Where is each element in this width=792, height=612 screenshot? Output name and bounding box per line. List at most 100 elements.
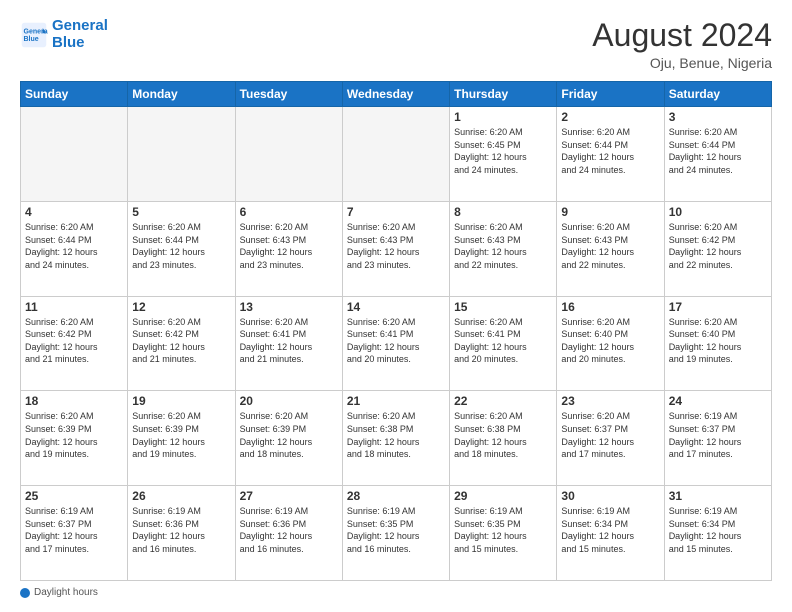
location: Oju, Benue, Nigeria xyxy=(592,55,772,71)
day-number: 29 xyxy=(454,489,552,503)
day-info: Sunrise: 6:19 AM Sunset: 6:36 PM Dayligh… xyxy=(132,505,230,555)
day-info: Sunrise: 6:20 AM Sunset: 6:38 PM Dayligh… xyxy=(347,410,445,460)
day-info: Sunrise: 6:20 AM Sunset: 6:43 PM Dayligh… xyxy=(240,221,338,271)
table-row: 22Sunrise: 6:20 AM Sunset: 6:38 PM Dayli… xyxy=(450,391,557,486)
day-info: Sunrise: 6:20 AM Sunset: 6:41 PM Dayligh… xyxy=(454,316,552,366)
legend: Daylight hours xyxy=(20,587,772,598)
day-number: 8 xyxy=(454,205,552,219)
col-tuesday: Tuesday xyxy=(235,82,342,107)
day-info: Sunrise: 6:20 AM Sunset: 6:43 PM Dayligh… xyxy=(347,221,445,271)
day-number: 6 xyxy=(240,205,338,219)
day-number: 7 xyxy=(347,205,445,219)
day-info: Sunrise: 6:20 AM Sunset: 6:44 PM Dayligh… xyxy=(669,126,767,176)
logo: General Blue GeneralBlue xyxy=(20,18,108,51)
legend-item-daylight: Daylight hours xyxy=(20,587,98,598)
table-row: 21Sunrise: 6:20 AM Sunset: 6:38 PM Dayli… xyxy=(342,391,449,486)
day-number: 9 xyxy=(561,205,659,219)
day-info: Sunrise: 6:20 AM Sunset: 6:42 PM Dayligh… xyxy=(25,316,123,366)
day-number: 26 xyxy=(132,489,230,503)
day-number: 30 xyxy=(561,489,659,503)
table-row: 17 Sunrise: 6:20 AM Sunset: 6:40 PM Dayli… xyxy=(664,296,771,391)
table-row: 28 Sunrise: 6:19 AM Sunset: 6:35 PM Dayli… xyxy=(342,486,449,581)
table-row: 13Sunrise: 6:20 AM Sunset: 6:41 PM Dayli… xyxy=(235,296,342,391)
day-number: 18 xyxy=(25,394,123,408)
table-row: 8 Sunrise: 6:20 AM Sunset: 6:43 PM Daylig… xyxy=(450,201,557,296)
table-row xyxy=(128,107,235,202)
day-info: Sunrise: 6:20 AM Sunset: 6:44 PM Dayligh… xyxy=(25,221,123,271)
day-number: 5 xyxy=(132,205,230,219)
col-sunday: Sunday xyxy=(21,82,128,107)
table-row xyxy=(235,107,342,202)
day-info: Sunrise: 6:20 AM Sunset: 6:39 PM Dayligh… xyxy=(132,410,230,460)
day-number: 23 xyxy=(561,394,659,408)
day-info: Sunrise: 6:20 AM Sunset: 6:39 PM Dayligh… xyxy=(240,410,338,460)
day-info: Sunrise: 6:20 AM Sunset: 6:45 PM Dayligh… xyxy=(454,126,552,176)
day-number: 17 xyxy=(669,300,767,314)
day-number: 14 xyxy=(347,300,445,314)
day-info: Sunrise: 6:20 AM Sunset: 6:37 PM Dayligh… xyxy=(561,410,659,460)
day-number: 27 xyxy=(240,489,338,503)
day-info: Sunrise: 6:20 AM Sunset: 6:41 PM Dayligh… xyxy=(347,316,445,366)
day-number: 2 xyxy=(561,110,659,124)
table-row: 26 Sunrise: 6:19 AM Sunset: 6:36 PM Dayli… xyxy=(128,486,235,581)
table-row: 1Sunrise: 6:20 AM Sunset: 6:45 PM Daylig… xyxy=(450,107,557,202)
day-info: Sunrise: 6:19 AM Sunset: 6:36 PM Dayligh… xyxy=(240,505,338,555)
table-row: 14 Sunrise: 6:20 AM Sunset: 6:41 PM Dayli… xyxy=(342,296,449,391)
day-info: Sunrise: 6:20 AM Sunset: 6:40 PM Dayligh… xyxy=(561,316,659,366)
calendar-header-row: Sunday Monday Tuesday Wednesday Thursday… xyxy=(21,82,772,107)
day-number: 24 xyxy=(669,394,767,408)
legend-dot xyxy=(20,588,30,598)
day-number: 25 xyxy=(25,489,123,503)
day-info: Sunrise: 6:19 AM Sunset: 6:34 PM Dayligh… xyxy=(669,505,767,555)
day-info: Sunrise: 6:20 AM Sunset: 6:39 PM Dayligh… xyxy=(25,410,123,460)
header: General Blue GeneralBlue August 2024 Oju… xyxy=(20,18,772,71)
col-friday: Friday xyxy=(557,82,664,107)
calendar-week-row: 11 Sunrise: 6:20 AM Sunset: 6:42 PM Dayli… xyxy=(21,296,772,391)
table-row: 23 Sunrise: 6:20 AM Sunset: 6:37 PM Dayli… xyxy=(557,391,664,486)
col-monday: Monday xyxy=(128,82,235,107)
day-info: Sunrise: 6:20 AM Sunset: 6:44 PM Dayligh… xyxy=(561,126,659,176)
day-number: 22 xyxy=(454,394,552,408)
calendar-week-row: 4 Sunrise: 6:20 AM Sunset: 6:44 PM Daylig… xyxy=(21,201,772,296)
legend-daylight-label: Daylight hours xyxy=(34,587,98,598)
day-info: Sunrise: 6:19 AM Sunset: 6:37 PM Dayligh… xyxy=(25,505,123,555)
table-row: 2 Sunrise: 6:20 AM Sunset: 6:44 PM Daylig… xyxy=(557,107,664,202)
day-info: Sunrise: 6:19 AM Sunset: 6:35 PM Dayligh… xyxy=(347,505,445,555)
logo-text: GeneralBlue xyxy=(52,18,108,51)
day-info: Sunrise: 6:20 AM Sunset: 6:43 PM Dayligh… xyxy=(454,221,552,271)
title-block: August 2024 Oju, Benue, Nigeria xyxy=(592,18,772,71)
day-number: 28 xyxy=(347,489,445,503)
calendar-table: Sunday Monday Tuesday Wednesday Thursday… xyxy=(20,81,772,581)
table-row: 15 Sunrise: 6:20 AM Sunset: 6:41 PM Dayli… xyxy=(450,296,557,391)
month-year: August 2024 xyxy=(592,18,772,53)
day-number: 13 xyxy=(240,300,338,314)
table-row: 10 Sunrise: 6:20 AM Sunset: 6:42 PM Dayli… xyxy=(664,201,771,296)
day-number: 16 xyxy=(561,300,659,314)
day-info: Sunrise: 6:19 AM Sunset: 6:37 PM Dayligh… xyxy=(669,410,767,460)
day-number: 11 xyxy=(25,300,123,314)
day-number: 15 xyxy=(454,300,552,314)
day-number: 4 xyxy=(25,205,123,219)
table-row: 9 Sunrise: 6:20 AM Sunset: 6:43 PM Daylig… xyxy=(557,201,664,296)
day-number: 10 xyxy=(669,205,767,219)
logo-icon: General Blue xyxy=(20,21,48,49)
table-row: 30Sunrise: 6:19 AM Sunset: 6:34 PM Dayli… xyxy=(557,486,664,581)
table-row: 12 Sunrise: 6:20 AM Sunset: 6:42 PM Dayli… xyxy=(128,296,235,391)
day-number: 12 xyxy=(132,300,230,314)
calendar-week-row: 25 Sunrise: 6:19 AM Sunset: 6:37 PM Dayli… xyxy=(21,486,772,581)
calendar-week-row: 1Sunrise: 6:20 AM Sunset: 6:45 PM Daylig… xyxy=(21,107,772,202)
table-row: 4 Sunrise: 6:20 AM Sunset: 6:44 PM Daylig… xyxy=(21,201,128,296)
day-info: Sunrise: 6:20 AM Sunset: 6:42 PM Dayligh… xyxy=(669,221,767,271)
table-row xyxy=(342,107,449,202)
col-thursday: Thursday xyxy=(450,82,557,107)
day-info: Sunrise: 6:20 AM Sunset: 6:43 PM Dayligh… xyxy=(561,221,659,271)
table-row: 20Sunrise: 6:20 AM Sunset: 6:39 PM Dayli… xyxy=(235,391,342,486)
col-wednesday: Wednesday xyxy=(342,82,449,107)
table-row: 24 Sunrise: 6:19 AM Sunset: 6:37 PM Dayli… xyxy=(664,391,771,486)
day-info: Sunrise: 6:20 AM Sunset: 6:42 PM Dayligh… xyxy=(132,316,230,366)
table-row: 7 Sunrise: 6:20 AM Sunset: 6:43 PM Daylig… xyxy=(342,201,449,296)
day-info: Sunrise: 6:20 AM Sunset: 6:40 PM Dayligh… xyxy=(669,316,767,366)
table-row: 27 Sunrise: 6:19 AM Sunset: 6:36 PM Dayli… xyxy=(235,486,342,581)
day-number: 19 xyxy=(132,394,230,408)
table-row: 3Sunrise: 6:20 AM Sunset: 6:44 PM Daylig… xyxy=(664,107,771,202)
